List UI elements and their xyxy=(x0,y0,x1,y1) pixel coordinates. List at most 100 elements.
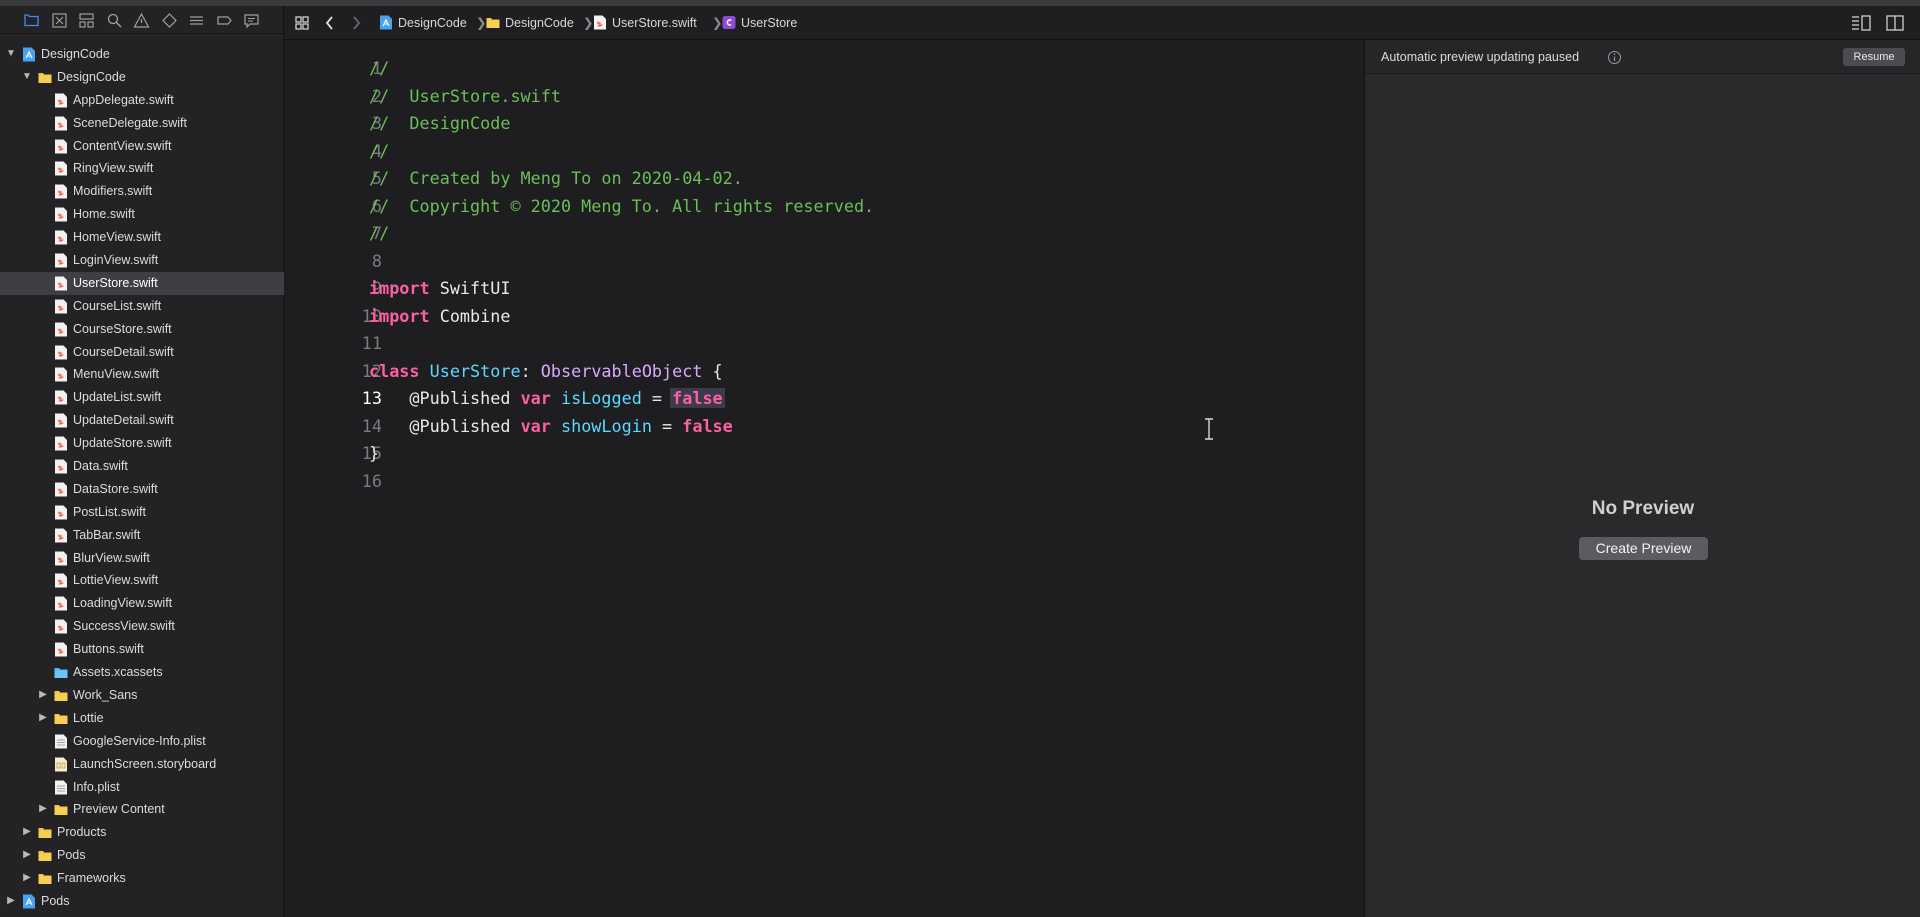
code-line[interactable]: // UserStore.swift xyxy=(369,83,561,111)
code-token: false xyxy=(682,415,733,436)
issue-icon[interactable] xyxy=(133,12,150,29)
tree-row[interactable]: DataStore.swift xyxy=(0,478,284,501)
tree-row[interactable]: Info.plist xyxy=(0,776,284,799)
code-line[interactable]: // xyxy=(369,55,389,83)
tree-row[interactable]: LaunchScreen.storyboard xyxy=(0,753,284,776)
code-line[interactable]: import Combine xyxy=(369,303,510,331)
code-token: import xyxy=(369,278,430,298)
code-line[interactable]: @Published var isLogged = false xyxy=(369,385,725,413)
disclosure-closed-icon[interactable]: ▶ xyxy=(5,890,17,913)
code-line[interactable]: // xyxy=(369,220,389,248)
code-line[interactable]: import SwiftUI xyxy=(369,275,510,303)
folder-icon xyxy=(38,70,52,85)
source-editor[interactable]: 1 2 3 4 5 6 7 8 9 10 11 12 13 14 15 16 //// UserStore.s… xyxy=(284,40,1364,917)
preview-canvas: Automatic preview updating paused Resume… xyxy=(1364,40,1920,917)
debug-icon[interactable] xyxy=(188,12,205,29)
code-line[interactable]: // Copyright © 2020 Meng To. All rights … xyxy=(369,193,874,221)
disclosure-closed-icon[interactable]: ▶ xyxy=(21,867,33,890)
breadcrumb-item[interactable]: UserStore.swift xyxy=(612,6,697,40)
tree-row[interactable]: CourseList.swift xyxy=(0,295,284,318)
code-line[interactable]: // DesignCode xyxy=(369,110,510,138)
tree-row-label: Pods xyxy=(41,893,70,908)
tree-row[interactable]: MenuView.swift xyxy=(0,363,284,386)
disclosure-open-icon[interactable]: ▼ xyxy=(5,43,17,66)
tree-row[interactable]: CourseStore.swift xyxy=(0,318,284,341)
tree-row[interactable]: HomeView.swift xyxy=(0,226,284,249)
tree-row[interactable]: ▶ Pods xyxy=(0,844,284,867)
swift-file-icon xyxy=(54,276,68,291)
tree-row[interactable]: LoadingView.swift xyxy=(0,592,284,615)
tree-row[interactable]: Assets.xcassets xyxy=(0,661,284,684)
tree-row[interactable]: GoogleService-Info.plist xyxy=(0,730,284,753)
disclosure-closed-icon[interactable]: ▶ xyxy=(37,798,49,821)
tree-row[interactable]: ▶ Work_Sans xyxy=(0,684,284,707)
back-arrow-icon[interactable] xyxy=(324,6,336,40)
disclosure-closed-icon[interactable]: ▶ xyxy=(21,821,33,844)
tree-row-label: PostList.swift xyxy=(73,504,146,519)
tree-row[interactable]: ▼ DesignCode xyxy=(0,43,284,66)
tree-row[interactable]: Home.swift xyxy=(0,203,284,226)
tree-row[interactable]: LoginView.swift xyxy=(0,249,284,272)
info-icon[interactable] xyxy=(1607,50,1622,65)
tree-row[interactable]: Buttons.swift xyxy=(0,638,284,661)
no-preview-label: No Preview xyxy=(1591,498,1695,519)
folder-icon xyxy=(54,802,68,817)
tree-row-label: Buttons.swift xyxy=(73,642,144,657)
tree-row[interactable]: BlurView.swift xyxy=(0,547,284,570)
tree-row[interactable]: RingView.swift xyxy=(0,157,284,180)
code-token: SwiftUI xyxy=(429,278,511,298)
report-icon[interactable] xyxy=(243,12,260,29)
tree-row[interactable]: ▶ Frameworks xyxy=(0,867,284,890)
code-line[interactable]: } xyxy=(369,440,379,468)
code-line[interactable]: @Published var showLogin = false xyxy=(369,413,733,441)
forward-arrow-icon[interactable] xyxy=(350,6,362,40)
tree-row[interactable]: AppDelegate.swift xyxy=(0,89,284,112)
breadcrumb-item[interactable]: DesignCode xyxy=(398,6,467,40)
tree-row[interactable]: ▶ Products xyxy=(0,821,284,844)
tree-row[interactable]: ▶ Lottie xyxy=(0,707,284,730)
tree-row[interactable]: UpdateList.swift xyxy=(0,386,284,409)
tree-row[interactable]: CourseDetail.swift xyxy=(0,341,284,364)
folder-icon[interactable] xyxy=(23,12,40,29)
tree-row-label: CourseDetail.swift xyxy=(73,344,174,359)
tree-row[interactable]: SceneDelegate.swift xyxy=(0,112,284,135)
tree-row[interactable]: UpdateDetail.swift xyxy=(0,409,284,432)
tree-row[interactable]: UpdateStore.swift xyxy=(0,432,284,455)
test-icon[interactable] xyxy=(161,12,178,29)
tree-row[interactable]: Data.swift xyxy=(0,455,284,478)
source-control-icon[interactable] xyxy=(51,12,68,29)
related-items-icon[interactable] xyxy=(294,6,310,40)
tree-row[interactable]: ▼ DesignCode xyxy=(0,66,284,89)
tree-row[interactable]: PostList.swift xyxy=(0,501,284,524)
add-editor-icon[interactable] xyxy=(1885,6,1905,40)
tree-row[interactable]: ▶ Pods xyxy=(0,890,284,913)
disclosure-open-icon[interactable]: ▼ xyxy=(21,66,33,89)
code-line[interactable]: // xyxy=(369,138,389,166)
tree-row[interactable]: ContentView.swift xyxy=(0,135,284,158)
tree-row[interactable]: ▶ Preview Content xyxy=(0,798,284,821)
tree-row[interactable]: SuccessView.swift xyxy=(0,615,284,638)
create-preview-button[interactable]: Create Preview xyxy=(1579,537,1708,560)
tree-row[interactable]: TabBar.swift xyxy=(0,524,284,547)
disclosure-closed-icon[interactable]: ▶ xyxy=(37,684,49,707)
symbol-icon[interactable] xyxy=(78,12,95,29)
line-number: 13 xyxy=(361,388,382,408)
code-line[interactable]: class UserStore: ObservableObject { xyxy=(369,358,723,386)
tree-row[interactable]: LottieView.swift xyxy=(0,569,284,592)
swift-file-icon xyxy=(54,299,68,314)
tree-row[interactable]: UserStore.swift xyxy=(0,271,284,295)
resume-button[interactable]: Resume xyxy=(1843,48,1905,66)
disclosure-closed-icon[interactable]: ▶ xyxy=(21,844,33,867)
breakpoint-icon[interactable] xyxy=(216,12,233,29)
editor-options-icon[interactable] xyxy=(1850,6,1872,40)
breadcrumb-item[interactable]: UserStore xyxy=(741,6,797,40)
tree-row[interactable]: Modifiers.swift xyxy=(0,180,284,203)
code-token: { xyxy=(702,360,723,381)
find-icon[interactable] xyxy=(106,12,123,29)
breadcrumb-item[interactable]: DesignCode xyxy=(505,6,574,40)
swift-file-icon xyxy=(54,207,68,222)
code-line[interactable]: // Created by Meng To on 2020-04-02. xyxy=(369,165,743,193)
disclosure-closed-icon[interactable]: ▶ xyxy=(37,707,49,730)
